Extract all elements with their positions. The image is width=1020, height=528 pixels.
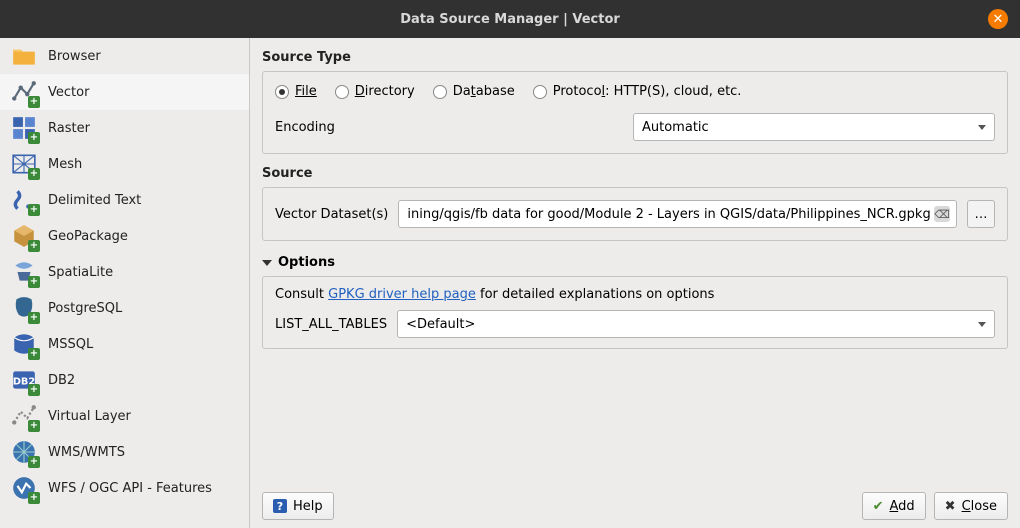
radio-label: File: [295, 84, 317, 99]
add-button[interactable]: ✔ Add: [862, 492, 926, 520]
options-panel: Consult GPKG driver help page for detail…: [262, 276, 1008, 349]
sidebar-item-label: WFS / OGC API - Features: [48, 481, 212, 496]
close-icon: ✖: [945, 499, 956, 514]
sidebar-item-delimited-text[interactable]: Delimited Text: [0, 182, 249, 218]
encoding-row: Encoding Automatic: [275, 113, 995, 141]
check-icon: ✔: [873, 499, 884, 514]
list-all-tables-value: <Default>: [406, 317, 475, 332]
source-type-sidebar: Browser Vector Raster Mesh: [0, 38, 250, 528]
help-icon: ?: [273, 499, 287, 513]
sidebar-item-label: Delimited Text: [48, 193, 141, 208]
sidebar-item-postgresql[interactable]: PostgreSQL: [0, 290, 249, 326]
ellipsis-icon: …: [975, 207, 988, 222]
main-panel: Source Type File Directory Database: [250, 38, 1020, 528]
wfs-icon: [10, 474, 38, 502]
sidebar-item-mesh[interactable]: Mesh: [0, 146, 249, 182]
radio-directory[interactable]: Directory: [335, 84, 415, 99]
sidebar-item-label: Vector: [48, 85, 89, 100]
list-all-tables-select[interactable]: <Default>: [397, 310, 995, 338]
radio-file[interactable]: File: [275, 84, 317, 99]
sidebar-item-label: WMS/WMTS: [48, 445, 125, 460]
radio-icon: [275, 85, 289, 99]
driver-help-link[interactable]: GPKG driver help page: [328, 287, 476, 302]
sidebar-item-spatialite[interactable]: SpatiaLite: [0, 254, 249, 290]
radio-database[interactable]: Database: [433, 84, 515, 99]
encoding-value: Automatic: [642, 120, 709, 135]
sidebar-item-geopackage[interactable]: GeoPackage: [0, 218, 249, 254]
radio-icon: [433, 85, 447, 99]
raster-icon: [10, 114, 38, 142]
mesh-icon: [10, 150, 38, 178]
sidebar-item-wfs[interactable]: WFS / OGC API - Features: [0, 470, 249, 506]
spatialite-icon: [10, 258, 38, 286]
options-toggle[interactable]: Options: [262, 251, 1008, 276]
encoding-select[interactable]: Automatic: [633, 113, 995, 141]
source-heading: Source: [262, 164, 1008, 187]
dataset-value: ining/qgis/fb data for good/Module 2 - L…: [407, 207, 930, 222]
virtual-layer-icon: [10, 402, 38, 430]
sidebar-item-label: GeoPackage: [48, 229, 128, 244]
dialog-footer: ? Help ✔ Add ✖ Close: [262, 486, 1008, 520]
window-body: Browser Vector Raster Mesh: [0, 38, 1020, 528]
close-button[interactable]: ✖ Close: [934, 492, 1008, 520]
sidebar-item-label: Raster: [48, 121, 90, 136]
list-all-tables-label: LIST_ALL_TABLES: [275, 317, 387, 332]
data-source-manager-window: Data Source Manager | Vector ✕ Browser V…: [0, 0, 1020, 528]
browse-button[interactable]: …: [967, 200, 995, 228]
options-heading: Options: [278, 255, 335, 270]
list-all-tables-row: LIST_ALL_TABLES <Default>: [275, 310, 995, 338]
svg-text:DB2: DB2: [13, 376, 35, 387]
mssql-icon: [10, 330, 38, 358]
sidebar-item-mssql[interactable]: MSSQL: [0, 326, 249, 362]
source-type-heading: Source Type: [262, 48, 1008, 71]
titlebar: Data Source Manager | Vector ✕: [0, 0, 1020, 38]
clear-input-icon[interactable]: ⌫: [934, 206, 950, 222]
radio-icon: [335, 85, 349, 99]
geopackage-icon: [10, 222, 38, 250]
sidebar-item-label: DB2: [48, 373, 75, 388]
encoding-label: Encoding: [275, 120, 385, 135]
sidebar-item-label: MSSQL: [48, 337, 93, 352]
radio-label: Protocol: HTTP(S), cloud, etc.: [553, 84, 742, 99]
help-button[interactable]: ? Help: [262, 492, 334, 520]
triangle-down-icon: [262, 260, 272, 266]
source-type-radios: File Directory Database Protocol: HTTP(S…: [275, 84, 995, 99]
sidebar-item-virtual-layer[interactable]: Virtual Layer: [0, 398, 249, 434]
source-panel: Vector Dataset(s) ining/qgis/fb data for…: [262, 187, 1008, 241]
postgresql-icon: [10, 294, 38, 322]
sidebar-item-vector[interactable]: Vector: [0, 74, 249, 110]
close-label: Close: [962, 499, 997, 514]
sidebar-item-raster[interactable]: Raster: [0, 110, 249, 146]
vector-icon: [10, 78, 38, 106]
radio-protocol[interactable]: Protocol: HTTP(S), cloud, etc.: [533, 84, 742, 99]
sidebar-item-label: Virtual Layer: [48, 409, 131, 424]
db2-icon: DB2: [10, 366, 38, 394]
close-window-button[interactable]: ✕: [988, 9, 1008, 29]
help-label: Help: [293, 499, 323, 514]
sidebar-item-label: SpatiaLite: [48, 265, 113, 280]
folder-icon: [10, 42, 38, 70]
radio-label: Directory: [355, 84, 415, 99]
delimited-text-icon: [10, 186, 38, 214]
wms-icon: [10, 438, 38, 466]
sidebar-item-label: Mesh: [48, 157, 82, 172]
sidebar-item-browser[interactable]: Browser: [0, 38, 249, 74]
radio-icon: [533, 85, 547, 99]
window-title: Data Source Manager | Vector: [400, 12, 620, 27]
sidebar-item-label: PostgreSQL: [48, 301, 122, 316]
dataset-row: Vector Dataset(s) ining/qgis/fb data for…: [275, 200, 995, 228]
options-description: Consult GPKG driver help page for detail…: [275, 287, 995, 302]
sidebar-item-db2[interactable]: DB2 DB2: [0, 362, 249, 398]
source-type-panel: File Directory Database Protocol: HTTP(S…: [262, 71, 1008, 154]
add-label: Add: [889, 499, 914, 514]
sidebar-item-label: Browser: [48, 49, 101, 64]
radio-label: Database: [453, 84, 515, 99]
dataset-label: Vector Dataset(s): [275, 207, 388, 222]
dataset-input[interactable]: ining/qgis/fb data for good/Module 2 - L…: [398, 200, 957, 228]
sidebar-item-wms[interactable]: WMS/WMTS: [0, 434, 249, 470]
